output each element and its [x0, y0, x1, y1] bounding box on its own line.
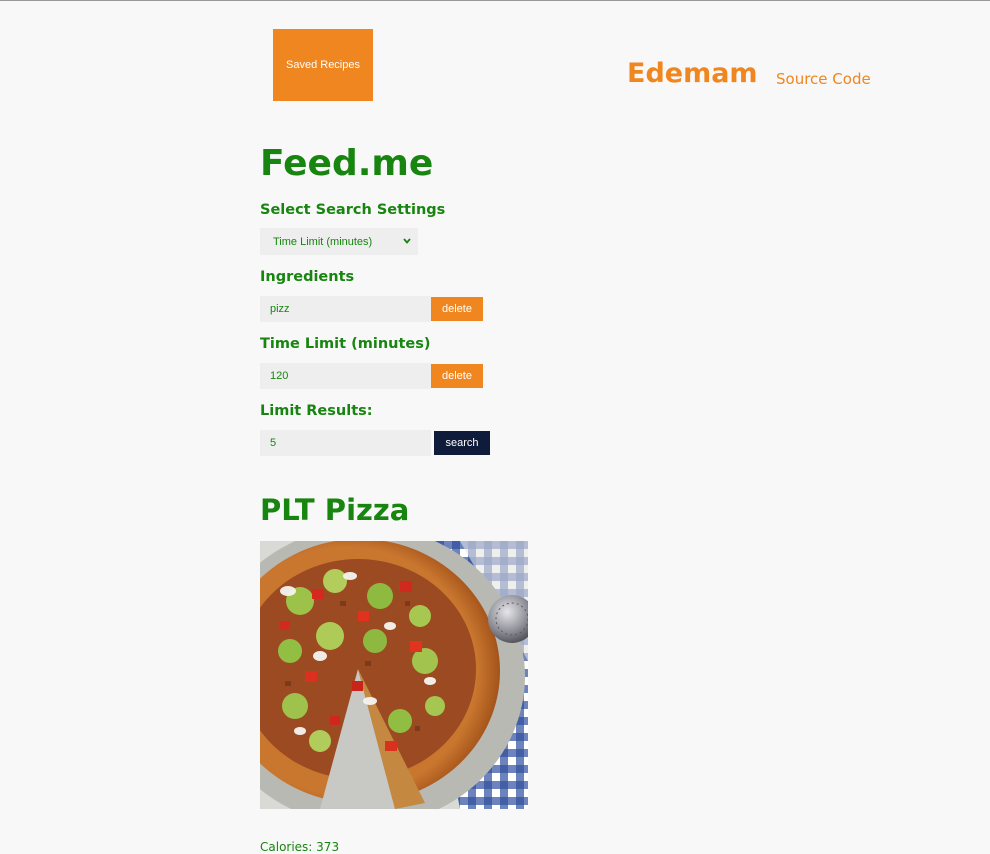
recipe-title: PLT Pizza	[260, 493, 410, 527]
brand-link[interactable]: Edemam	[627, 54, 758, 94]
search-settings-selected-value: Time Limit (minutes)	[273, 235, 373, 248]
window-top-border	[0, 0, 990, 1]
pizza-photo	[260, 541, 528, 809]
time-limit-label: Time Limit (minutes)	[260, 336, 431, 352]
time-limit-input[interactable]: 120	[260, 363, 431, 389]
search-button[interactable]: search	[434, 431, 490, 455]
app-title: Feed.me	[260, 143, 434, 184]
time-limit-delete-button[interactable]: delete	[431, 364, 483, 388]
source-code-link[interactable]: Source Code	[776, 69, 871, 89]
recipe-image[interactable]	[260, 541, 528, 809]
saved-recipes-button[interactable]: Saved Recipes	[273, 29, 373, 101]
search-settings-select[interactable]: Time Limit (minutes)	[260, 228, 418, 255]
ingredients-input[interactable]: pizz	[260, 296, 431, 322]
search-settings-label: Select Search Settings	[260, 202, 446, 218]
recipe-calories: Calories: 373	[260, 840, 340, 854]
ingredients-label: Ingredients	[260, 269, 355, 285]
chevron-down-icon	[403, 238, 411, 244]
limit-results-input[interactable]: 5	[260, 430, 431, 456]
limit-results-label: Limit Results:	[260, 403, 373, 419]
ingredients-delete-button[interactable]: delete	[431, 297, 483, 321]
